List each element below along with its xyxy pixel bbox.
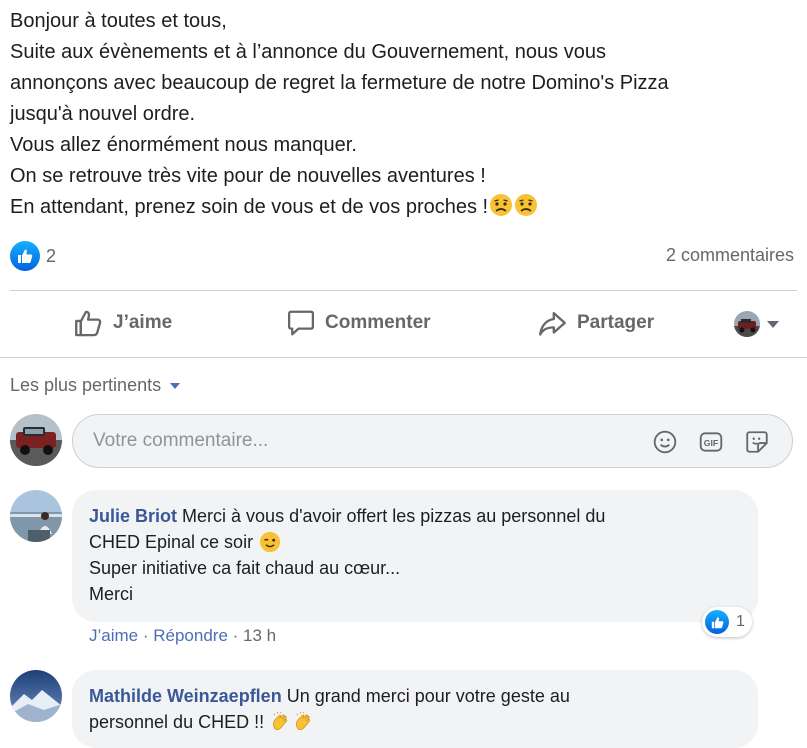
winking-face-emoji-icon	[259, 531, 281, 553]
comment-reply-link[interactable]: Répondre	[153, 626, 228, 645]
like-label: J’aime	[113, 312, 173, 333]
comment-input[interactable]	[93, 427, 613, 455]
post-as-selector[interactable]	[734, 311, 779, 337]
reaction-count: 2	[46, 245, 57, 266]
post-line: En attendant, prenez soin de vous et de …	[10, 196, 489, 218]
sort-label: Les plus pertinents	[10, 375, 162, 395]
share-button[interactable]: Partager	[537, 300, 654, 346]
post-line: Suite aux évènements et à l’annonce du G…	[10, 41, 606, 63]
comment-text: Julie Briot Merci à vous d'avoir offert …	[89, 503, 749, 607]
like-reaction-icon	[705, 610, 729, 634]
post-text: Bonjour à toutes et tous, Suite aux évèn…	[10, 6, 800, 223]
comment-line: Un grand merci pour votre geste au	[286, 686, 570, 706]
commenter-avatar[interactable]	[10, 670, 62, 722]
svg-text:GIF: GIF	[704, 438, 718, 448]
page-avatar	[734, 311, 760, 337]
divider	[0, 357, 807, 358]
comment-text: Mathilde Weinzaepflen Un grand merci pou…	[89, 683, 749, 735]
share-label: Partager	[577, 312, 655, 333]
post-line: jusqu'à nouvel ordre.	[10, 103, 196, 125]
comment-bubble: Mathilde Weinzaepflen Un grand merci pou…	[72, 670, 758, 748]
post-line: annonçons avec beaucoup de regret la fer…	[10, 72, 669, 94]
comment-reaction-count: 1	[736, 613, 745, 630]
comment-input-tools: GIF	[652, 429, 770, 455]
comment-button[interactable]: Commenter	[286, 300, 431, 346]
comment-timestamp[interactable]: 13 h	[243, 626, 276, 645]
comment-reactions[interactable]: 1	[702, 607, 752, 637]
sad-face-emoji-icon	[515, 194, 538, 216]
post-line: Vous allez énormément nous manquer.	[10, 134, 357, 156]
comment-line: personnel du CHED !!	[89, 712, 265, 732]
post-reactions[interactable]: 2	[10, 241, 56, 271]
comments-count-link[interactable]: 2 commentaires	[666, 245, 794, 266]
commenter-avatar[interactable]	[10, 490, 62, 542]
user-avatar[interactable]	[10, 414, 62, 466]
emoji-picker-icon[interactable]	[652, 429, 678, 455]
post-action-bar: J’aime Commenter Partager	[0, 300, 807, 346]
comment-sort-dropdown[interactable]: Les plus pertinents	[10, 375, 181, 396]
comment-like-link[interactable]: J’aime	[89, 626, 138, 645]
like-reaction-icon	[10, 241, 40, 271]
clapping-hands-emoji-icon	[296, 711, 311, 730]
sticker-icon[interactable]	[744, 429, 770, 455]
comment-box: GIF	[72, 414, 793, 468]
comment-author-link[interactable]: Julie Briot	[89, 506, 177, 526]
like-button[interactable]: J’aime	[73, 300, 172, 346]
comment-meta: J’aime · Répondre · 13 h	[89, 626, 277, 645]
post-line: Bonjour à toutes et tous,	[10, 10, 227, 32]
comment-bubble: Julie Briot Merci à vous d'avoir offert …	[72, 490, 758, 622]
speech-bubble-icon	[288, 310, 314, 336]
post-line: On se retrouve très vite pour de nouvell…	[10, 165, 486, 187]
share-arrow-icon	[539, 311, 566, 336]
comment-line: Merci	[89, 584, 133, 604]
thumbs-up-icon	[75, 310, 102, 336]
sad-face-emoji-icon	[490, 194, 513, 216]
gif-icon[interactable]: GIF	[698, 429, 724, 455]
divider	[10, 290, 797, 291]
comment-line: Super initiative ca fait chaud au cœur..…	[89, 558, 401, 578]
chevron-down-icon	[170, 382, 181, 389]
comment-author-link[interactable]: Mathilde Weinzaepflen	[89, 686, 282, 706]
comment-line: CHED Epinal ce soir	[89, 532, 254, 552]
comment-line: Merci à vous d'avoir offert les pizzas a…	[182, 506, 606, 526]
post-line-last: En attendant, prenez soin de vous et de …	[10, 192, 800, 223]
clapping-hands-emoji-icon	[273, 711, 288, 730]
comment-label: Commenter	[325, 312, 431, 333]
chevron-down-icon	[767, 320, 779, 328]
